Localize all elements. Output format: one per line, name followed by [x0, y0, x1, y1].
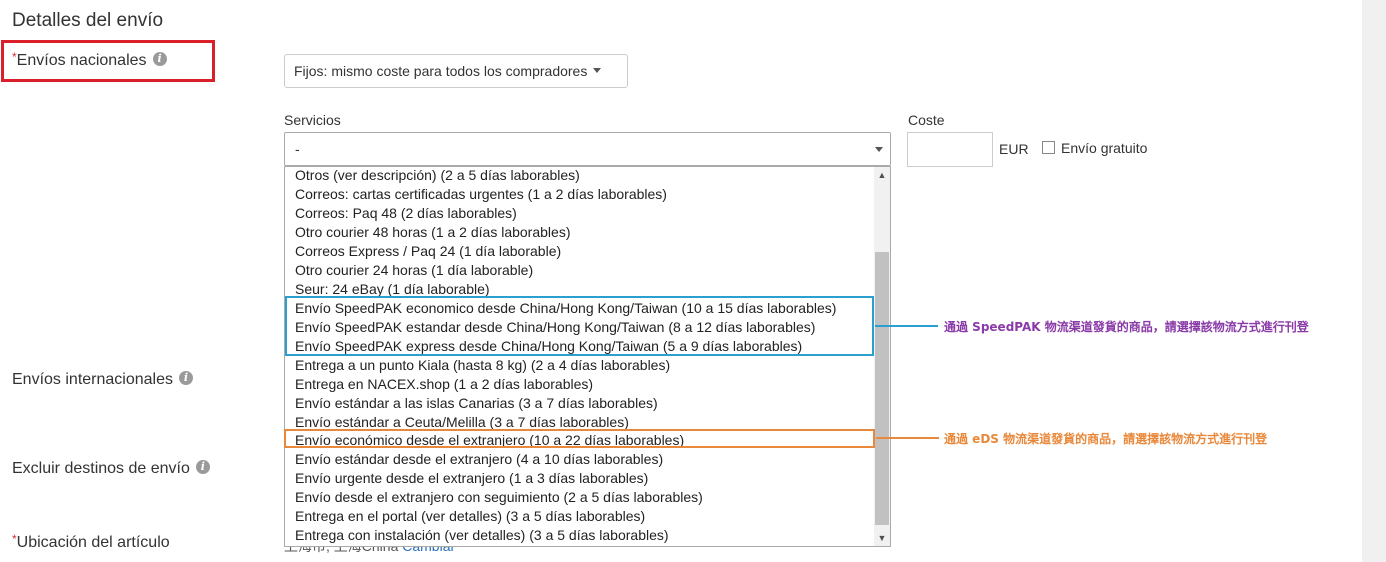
- scroll-down-arrow-icon[interactable]: ▼: [874, 530, 890, 546]
- scrollbar-thumb[interactable]: [875, 252, 889, 525]
- free-shipping-label: Envío gratuito: [1061, 140, 1148, 156]
- scroll-up-arrow-icon[interactable]: ▲: [874, 167, 890, 183]
- services-listbox[interactable]: Otros (ver descripción) (2 a 5 días labo…: [284, 166, 891, 547]
- service-option[interactable]: Entrega en NACEX.shop (1 a 2 días labora…: [295, 375, 593, 394]
- cost-label: Coste: [908, 112, 945, 128]
- listbox-scrollbar[interactable]: ▲ ▼: [874, 167, 890, 546]
- item-location-label: *Ubicación del artículo: [12, 532, 170, 551]
- service-option[interactable]: Envío desde el extranjero con seguimient…: [295, 488, 703, 507]
- chevron-down-icon: [875, 147, 883, 152]
- service-option[interactable]: Entrega a un punto Kiala (hasta 8 kg) (2…: [295, 356, 670, 375]
- section-title: Detalles del envío: [12, 10, 164, 31]
- services-label: Servicios: [284, 112, 341, 128]
- service-option[interactable]: Envío urgente desde el extranjero (1 a 3…: [295, 469, 648, 488]
- service-option[interactable]: Otro courier 48 horas (1 a 2 días labora…: [295, 223, 570, 242]
- service-option[interactable]: Correos: Paq 48 (2 días laborables): [295, 204, 517, 223]
- service-option[interactable]: Envío estándar desde el extranjero (4 a …: [295, 450, 663, 469]
- eds-highlight-box: [284, 429, 875, 448]
- currency-label: EUR: [999, 141, 1029, 157]
- eds-annotation: 通過 eDS 物流渠道發貨的商品，請選擇該物流方式進行刊登: [944, 432, 1268, 446]
- service-option[interactable]: Correos: cartas certificadas urgentes (1…: [295, 185, 667, 204]
- exclude-destinations-label: Excluir destinos de envío i: [12, 459, 210, 478]
- speedpak-highlight-box: [285, 296, 874, 356]
- page-side-strip: [1362, 0, 1386, 562]
- service-option[interactable]: Entrega en el portal (ver detalles) (3 a…: [295, 507, 645, 526]
- shipping-type-dropdown[interactable]: Fijos: mismo coste para todos los compra…: [284, 54, 628, 88]
- info-icon[interactable]: i: [195, 459, 210, 474]
- chevron-down-icon: [593, 67, 602, 73]
- info-icon[interactable]: i: [178, 370, 193, 385]
- eds-connector-line: [876, 437, 939, 439]
- service-option[interactable]: Correos Express / Paq 24 (1 día laborabl…: [295, 242, 561, 261]
- services-selected-value: -: [295, 141, 300, 157]
- service-option[interactable]: Envío estándar a las islas Canarias (3 a…: [295, 394, 658, 413]
- international-shipping-label: Envíos internacionales i: [12, 370, 193, 389]
- free-shipping-checkbox[interactable]: [1042, 141, 1055, 154]
- speedpak-connector-line: [875, 325, 938, 327]
- service-option[interactable]: Entrega con instalación (ver detalles) (…: [295, 526, 669, 545]
- shipping-type-value: Fijos: mismo coste para todos los compra…: [294, 63, 588, 79]
- speedpak-annotation: 通過 SpeedPAK 物流渠道發貨的商品，請選擇該物流方式進行刊登: [944, 320, 1309, 334]
- required-mark: *: [12, 532, 17, 546]
- cost-input[interactable]: [907, 132, 993, 167]
- domestic-highlight-box: [1, 40, 215, 82]
- service-option[interactable]: Otros (ver descripción) (2 a 5 días labo…: [295, 166, 580, 185]
- services-select[interactable]: -: [284, 132, 891, 166]
- service-option[interactable]: Otro courier 24 horas (1 día laborable): [295, 261, 533, 280]
